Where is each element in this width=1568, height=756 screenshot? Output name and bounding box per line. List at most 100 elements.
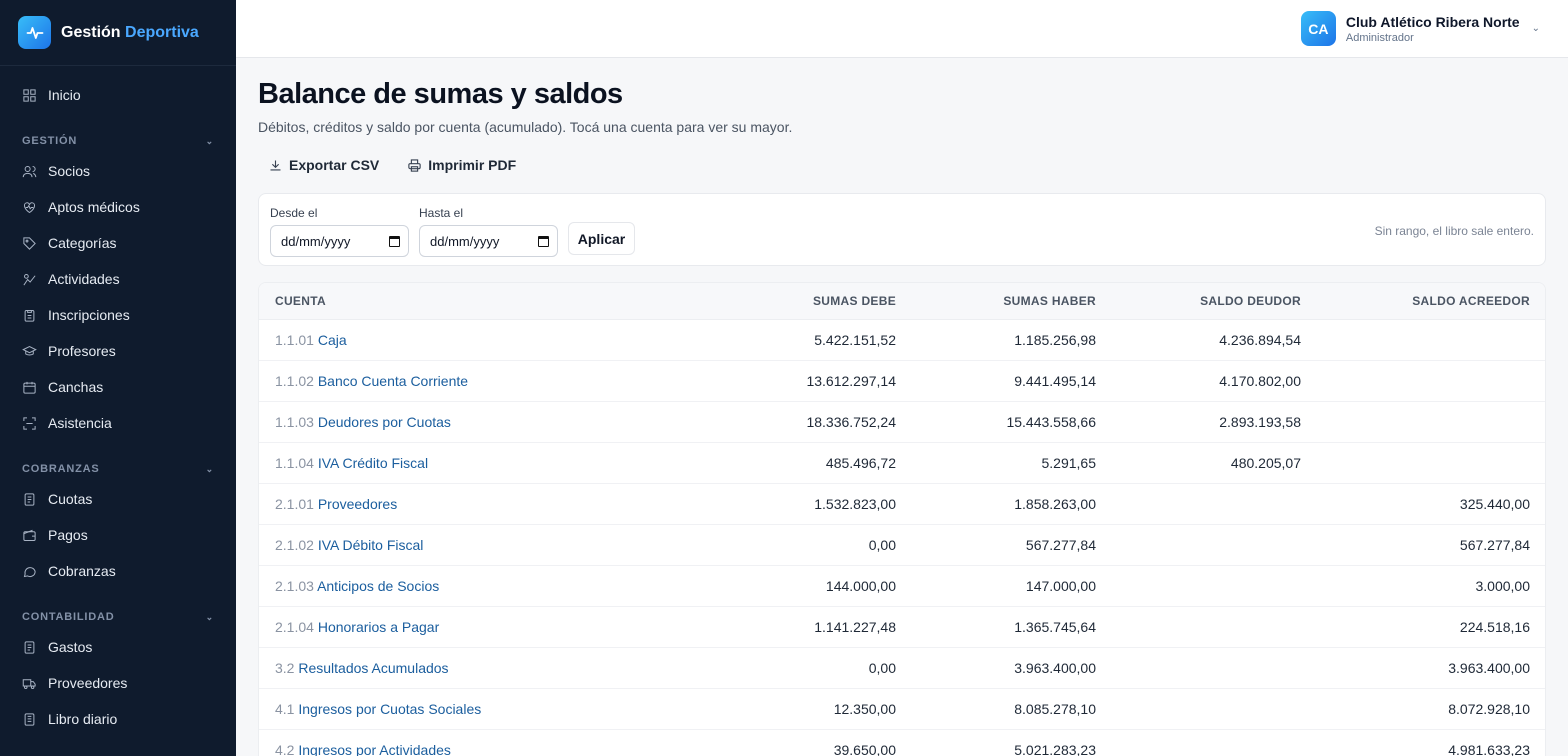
table-row[interactable]: 1.1.02 Banco Cuenta Corriente 13.612.297,… <box>259 361 1545 402</box>
export-csv-button[interactable]: Exportar CSV <box>268 157 379 173</box>
print-pdf-label: Imprimir PDF <box>428 157 517 173</box>
sidebar-item-label: Gastos <box>48 639 93 655</box>
chevron-down-icon: ⌄ <box>205 612 214 622</box>
sidebar-item-asistencia[interactable]: Asistencia <box>0 405 236 441</box>
table-row[interactable]: 2.1.03 Anticipos de Socios 144.000,00 147.… <box>259 566 1545 607</box>
table-row[interactable]: 1.1.01 Caja 5.422.151,52 1.185.256,98 4.236… <box>259 320 1545 361</box>
sidebar-item-aptos-medicos[interactable]: Aptos médicos <box>0 189 236 225</box>
sidebar-item-label: Canchas <box>48 379 104 395</box>
brand-name-part2: Deportiva <box>125 23 199 41</box>
sidebar-item-label: Inicio <box>48 87 81 103</box>
sidebar-item-cobranzas[interactable]: Cobranzas <box>0 553 236 589</box>
sidebar-item-label: Cobranzas <box>48 563 116 579</box>
account-link[interactable]: Deudores por Cuotas <box>318 414 451 430</box>
scan-icon <box>21 415 37 431</box>
account-code: 1.1.04 <box>275 455 314 471</box>
export-csv-label: Exportar CSV <box>289 157 380 173</box>
account-link[interactable]: Proveedores <box>318 496 397 512</box>
sidebar-item-proveedores[interactable]: Proveedores <box>0 665 236 701</box>
table-row[interactable]: 2.1.02 IVA Débito Fiscal 0,00 567.277,84 56… <box>259 525 1545 566</box>
account-cell[interactable]: 1.1.01 Caja <box>259 332 696 348</box>
print-pdf-button[interactable]: Imprimir PDF <box>407 157 516 173</box>
table-row[interactable]: 1.1.04 IVA Crédito Fiscal 485.496,72 5.291… <box>259 443 1545 484</box>
sidebar-item-categorias[interactable]: Categorías <box>0 225 236 261</box>
table-header: CUENTA SUMAS DEBE SUMAS HABER SALDO DEUD… <box>259 283 1545 320</box>
download-icon <box>270 160 281 170</box>
account-link[interactable]: Ingresos por Actividades <box>298 742 451 756</box>
table-row[interactable]: 2.1.01 Proveedores 1.532.823,00 1.858.263,… <box>259 484 1545 525</box>
account-cell[interactable]: 2.1.04 Honorarios a Pagar <box>259 619 696 635</box>
section-cobranzas[interactable]: COBRANZAS ⌄ <box>0 441 236 481</box>
header-sumas-debe: SUMAS DEBE <box>812 294 896 308</box>
apply-button[interactable]: Aplicar <box>568 222 635 255</box>
sidebar-item-canchas[interactable]: Canchas <box>0 369 236 405</box>
grid-icon <box>21 87 37 103</box>
sidebar-item-pagos[interactable]: Pagos <box>0 517 236 553</box>
sidebar-item-inscripciones[interactable]: Inscripciones <box>0 297 236 333</box>
saldo-acreedor-cell: 8.072.928,10 <box>1448 701 1530 717</box>
from-date-input[interactable]: dd/mm/yyyy <box>270 225 409 257</box>
to-date-input[interactable]: dd/mm/yyyy <box>419 225 558 257</box>
section-contabilidad[interactable]: CONTABILIDAD ⌄ <box>0 589 236 629</box>
section-title: COBRANZAS <box>22 463 100 475</box>
brand-name-part1: Gestión <box>61 23 121 41</box>
account-link[interactable]: IVA Crédito Fiscal <box>318 455 428 471</box>
table-row[interactable]: 1.1.03 Deudores por Cuotas 18.336.752,24 1… <box>259 402 1545 443</box>
calendar-icon[interactable] <box>389 235 400 247</box>
account-cell[interactable]: 2.1.02 IVA Débito Fiscal <box>259 537 696 553</box>
section-gestion[interactable]: GESTIÓN ⌄ <box>0 113 236 153</box>
account-code: 2.1.04 <box>275 619 314 635</box>
receipt-icon <box>21 491 37 507</box>
brand[interactable]: Gestión Deportiva <box>0 0 236 66</box>
account-code: 2.1.01 <box>275 496 314 512</box>
table-row[interactable]: 3.2 Resultados Acumulados 0,00 3.963.400,0… <box>259 648 1545 689</box>
calendar-icon <box>21 379 37 395</box>
sidebar-item-profesores[interactable]: Profesores <box>0 333 236 369</box>
balance-table: CUENTA SUMAS DEBE SUMAS HABER SALDO DEUD… <box>258 282 1546 756</box>
sumas-debe-cell: 1.532.823,00 <box>814 496 896 512</box>
table-row[interactable]: 4.2 Ingresos por Actividades 39.650,00 5.0… <box>259 730 1545 756</box>
account-cell[interactable]: 2.1.03 Anticipos de Socios <box>259 578 696 594</box>
sidebar-item-cuotas[interactable]: Cuotas <box>0 481 236 517</box>
table-row[interactable]: 2.1.04 Honorarios a Pagar 1.141.227,48 1.3… <box>259 607 1545 648</box>
wallet-icon <box>21 527 37 543</box>
table-row[interactable]: 4.1 Ingresos por Cuotas Sociales 12.350,0… <box>259 689 1545 730</box>
action-bar: Exportar CSV Imprimir PDF <box>258 157 1546 173</box>
saldo-acreedor-cell: 3.000,00 <box>1475 578 1531 594</box>
sumas-haber-cell: 1.858.263,00 <box>1014 496 1096 512</box>
sumas-debe-cell: 485.496,72 <box>825 455 896 471</box>
account-link[interactable]: Caja <box>318 332 347 348</box>
account-cell[interactable]: 1.1.02 Banco Cuenta Corriente <box>259 373 696 389</box>
account-cell[interactable]: 2.1.01 Proveedores <box>259 496 696 512</box>
sidebar-item-gastos[interactable]: Gastos <box>0 629 236 665</box>
account-link[interactable]: Ingresos por Cuotas Sociales <box>298 701 481 717</box>
user-role: Administrador <box>1345 31 1414 44</box>
account-cell[interactable]: 1.1.03 Deudores por Cuotas <box>259 414 696 430</box>
chevron-down-icon: ⌄ <box>205 136 214 146</box>
sumas-haber-cell: 1.185.256,98 <box>1014 332 1096 348</box>
account-cell[interactable]: 4.2 Ingresos por Actividades <box>259 742 696 756</box>
saldo-acreedor-cell: 4.981.633,23 <box>1448 742 1530 756</box>
section-title: GESTIÓN <box>22 135 78 147</box>
account-link[interactable]: Honorarios a Pagar <box>318 619 439 635</box>
saldo-deudor-cell: 4.236.894,54 <box>1219 332 1301 348</box>
account-link[interactable]: IVA Débito Fiscal <box>318 537 424 553</box>
account-cell[interactable]: 1.1.04 IVA Crédito Fiscal <box>259 455 696 471</box>
account-code: 4.1 <box>275 701 295 717</box>
user-menu[interactable]: CA Club Atlético Ribera Norte Administra… <box>1300 11 1540 46</box>
sidebar-item-socios[interactable]: Socios <box>0 153 236 189</box>
sidebar-item-actividades[interactable]: Actividades <box>0 261 236 297</box>
account-link[interactable]: Banco Cuenta Corriente <box>318 373 468 389</box>
account-link[interactable]: Anticipos de Socios <box>317 578 439 594</box>
sumas-debe-cell: 12.350,00 <box>833 701 896 717</box>
account-code: 4.2 <box>275 742 295 756</box>
header-cuenta: CUENTA <box>275 294 326 308</box>
sumas-debe-cell: 144.000,00 <box>825 578 896 594</box>
sidebar-item-inicio[interactable]: Inicio <box>0 77 236 113</box>
account-link[interactable]: Resultados Acumulados <box>298 660 448 676</box>
account-cell[interactable]: 4.1 Ingresos por Cuotas Sociales <box>259 701 696 717</box>
sidebar-item-libro-diario[interactable]: Libro diario <box>0 701 236 737</box>
calendar-icon[interactable] <box>538 235 549 247</box>
brand-name: Gestión Deportiva <box>61 24 199 42</box>
account-cell[interactable]: 3.2 Resultados Acumulados <box>259 660 696 676</box>
